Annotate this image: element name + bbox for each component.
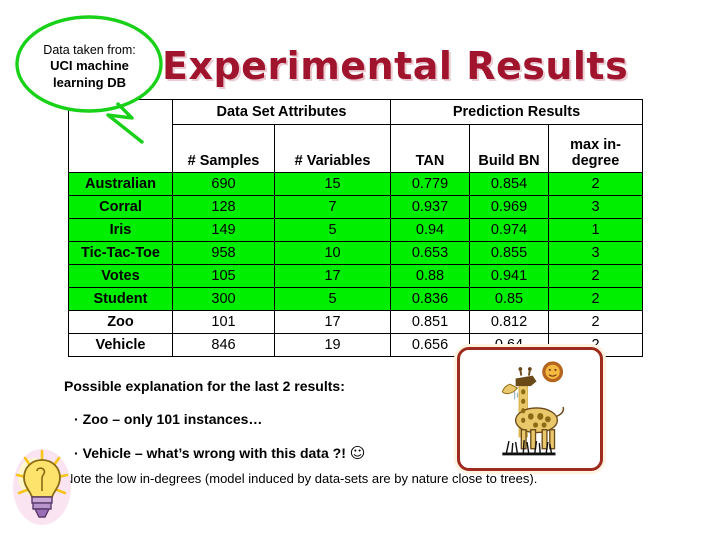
cell-samples: 690 [172, 172, 275, 196]
column-header-max-in-degree: max in-degree [548, 124, 644, 173]
cell-tan: 0.88 [390, 264, 471, 288]
cell-dataset-name: Iris [68, 218, 173, 242]
group-header-data-set-attributes: Data Set Attributes [171, 99, 392, 125]
cell-variables: 7 [273, 195, 392, 219]
cell-dataset-name: Vehicle [68, 333, 173, 357]
cell-dataset-name: Tic-Tac-Toe [68, 241, 173, 265]
data-source-callout: Data taken from: UCI machine learning DB [12, 12, 167, 144]
cell-variables: 10 [273, 241, 392, 265]
group-header-prediction-results: Prediction Results [390, 99, 644, 125]
callout-text: Data taken from: UCI machine learning DB [22, 42, 157, 91]
cell-max-in-degree: 2 [548, 287, 644, 311]
table-row: Corral 128 7 0.937 0.969 3 [68, 195, 644, 219]
cell-variables: 15 [273, 172, 392, 196]
cell-max-in-degree: 3 [548, 195, 644, 219]
cell-max-in-degree: 1 [548, 218, 644, 242]
cell-tan: 0.94 [390, 218, 471, 242]
table-row: Zoo 101 17 0.851 0.812 2 [68, 310, 644, 334]
cell-build-bn: 0.941 [469, 264, 550, 288]
bullet-item-vehicle-label: Vehicle – what’s wrong with this data ?! [82, 445, 346, 461]
cell-samples: 958 [172, 241, 275, 265]
cell-tan: 0.779 [390, 172, 471, 196]
cell-variables: 17 [273, 310, 392, 334]
cell-samples: 846 [172, 333, 275, 357]
cell-build-bn: 0.85 [469, 287, 550, 311]
cell-samples: 300 [172, 287, 275, 311]
cell-build-bn: 0.855 [469, 241, 550, 265]
cell-samples: 105 [172, 264, 275, 288]
cell-samples: 128 [172, 195, 275, 219]
cell-variables: 5 [273, 218, 392, 242]
cell-max-in-degree: 3 [548, 241, 644, 265]
cell-samples: 149 [172, 218, 275, 242]
cell-tan: 0.937 [390, 195, 471, 219]
bullet-item-vehicle: · Vehicle – what’s wrong with this data ?… [74, 444, 464, 462]
cell-dataset-name: Zoo [68, 310, 173, 334]
cell-build-bn: 0.854 [469, 172, 550, 196]
callout-line-3: learning DB [53, 74, 126, 90]
cell-variables: 17 [273, 264, 392, 288]
smiley-face-icon: ☺ [349, 444, 366, 462]
table-row: Votes 105 17 0.88 0.941 2 [68, 264, 644, 288]
cell-max-in-degree: 2 [548, 264, 644, 288]
cell-tan: 0.653 [390, 241, 471, 265]
lightbulb-icon [12, 447, 72, 527]
cell-samples: 101 [172, 310, 275, 334]
cell-build-bn: 0.969 [469, 195, 550, 219]
table-row: Iris 149 5 0.94 0.974 1 [68, 218, 644, 242]
bullet-dot-icon: · [74, 411, 79, 427]
cell-dataset-name: Votes [68, 264, 173, 288]
cell-dataset-name: Corral [68, 195, 173, 219]
cell-build-bn: 0.812 [469, 310, 550, 334]
notes-heading: Possible explanation for the last 2 resu… [64, 378, 345, 394]
bullet-dot-icon: · [74, 445, 79, 461]
cell-variables: 19 [273, 333, 392, 357]
page-title: Experimental Results [162, 44, 629, 88]
column-header-variables: # Variables [273, 124, 392, 173]
cell-build-bn: 0.974 [469, 218, 550, 242]
cell-dataset-name: Australian [68, 172, 173, 196]
table-row: Student 300 5 0.836 0.85 2 [68, 287, 644, 311]
giraffe-illustration [457, 347, 603, 471]
cell-dataset-name: Student [68, 287, 173, 311]
column-header-build-bn: Build BN [469, 124, 550, 173]
table-row: Tic-Tac-Toe 958 10 0.653 0.855 3 [68, 241, 644, 265]
explanation-notes: Possible explanation for the last 2 resu… [64, 378, 464, 479]
cell-tan: 0.836 [390, 287, 471, 311]
cell-tan: 0.851 [390, 310, 471, 334]
bullet-item-zoo-label: Zoo – only 101 instances… [82, 411, 263, 427]
callout-line-2: UCI machine [50, 58, 129, 73]
bullet-item-zoo: · Zoo – only 101 instances… [74, 411, 464, 427]
cell-variables: 5 [273, 287, 392, 311]
cell-max-in-degree: 2 [548, 310, 644, 334]
closing-note: Note the low in-degrees (model induced b… [64, 471, 538, 486]
table-row: Australian 690 15 0.779 0.854 2 [68, 172, 644, 196]
table-body: Australian 690 15 0.779 0.854 2 Corral 1… [68, 172, 644, 357]
sun-icon [542, 361, 564, 383]
callout-line-1: Data taken from: [43, 43, 136, 57]
column-header-tan: TAN [390, 124, 471, 173]
cell-max-in-degree: 2 [548, 172, 644, 196]
